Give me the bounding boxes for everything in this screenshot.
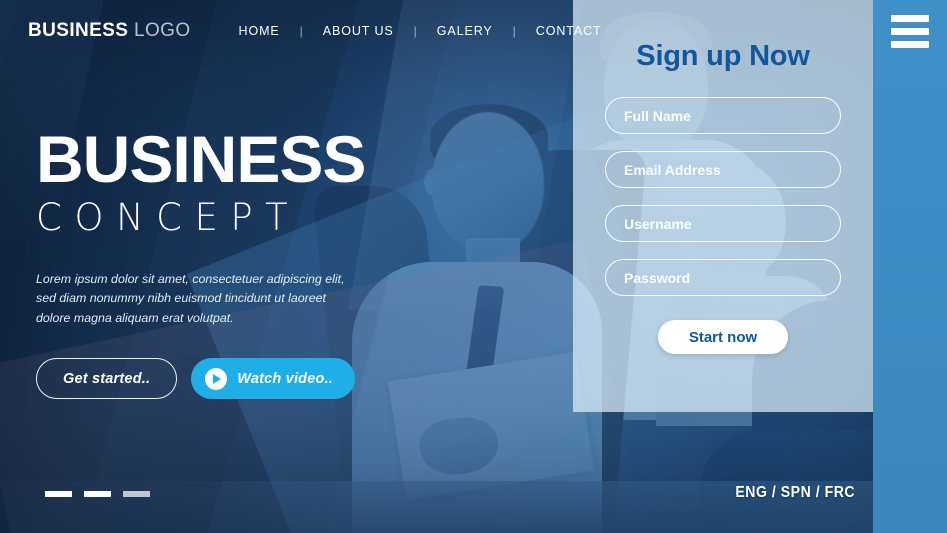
nav-item-about-us[interactable]: ABOUT US xyxy=(321,24,396,38)
hamburger-bar-1 xyxy=(891,14,929,22)
watch-video-label: Watch video.. xyxy=(237,370,334,387)
start-now-button[interactable]: Start now xyxy=(658,320,788,354)
slider-pagination[interactable] xyxy=(45,491,150,497)
hamburger-bar-2 xyxy=(891,27,929,35)
hero-paragraph: Lorem ipsum dolor sit amet, consectetuer… xyxy=(36,271,345,325)
logo-text-bold: BUSINESS xyxy=(28,20,129,41)
language-switcher[interactable]: ENG / SPN / FRC xyxy=(735,484,855,502)
play-icon xyxy=(205,367,228,390)
site-logo[interactable]: BUSINESS LOGO xyxy=(28,20,191,42)
nav-separator-1: | xyxy=(299,24,303,38)
nav-separator-2: | xyxy=(413,24,417,38)
nav-separator-3: | xyxy=(512,24,516,38)
full-name-input[interactable] xyxy=(605,97,841,134)
password-input[interactable] xyxy=(605,259,841,296)
hamburger-menu-icon[interactable] xyxy=(873,0,947,62)
hero-content: BUSINESS CONCEPT Lorem ipsum dolor sit a… xyxy=(36,122,456,400)
hamburger-bar-3 xyxy=(891,40,929,48)
slider-dot-2[interactable] xyxy=(84,491,111,497)
logo-text-light: LOGO xyxy=(134,20,191,41)
email-address-input[interactable] xyxy=(605,151,841,188)
nav-item-galery[interactable]: GALERY xyxy=(435,24,495,38)
hero-subtitle: CONCEPT xyxy=(36,196,301,240)
username-input[interactable] xyxy=(605,205,841,242)
main-navigation: HOME | ABOUT US | GALERY | CONTACT xyxy=(237,24,604,38)
watch-video-button[interactable]: Watch video.. xyxy=(191,358,356,400)
slider-dot-3[interactable] xyxy=(123,491,150,497)
site-header: BUSINESS LOGO HOME | ABOUT US | GALERY |… xyxy=(0,0,947,62)
hero-title: BUSINESS xyxy=(36,122,366,196)
nav-item-home[interactable]: HOME xyxy=(237,24,282,38)
right-side-panel xyxy=(873,0,947,533)
slider-dot-1[interactable] xyxy=(45,491,72,497)
landing-page-hero: Sign up Now Start now BUSINESS LOGO HOME… xyxy=(0,0,947,533)
hero-button-row: Get started.. Watch video.. xyxy=(36,358,456,400)
get-started-button[interactable]: Get started.. xyxy=(36,358,178,400)
nav-item-contact[interactable]: CONTACT xyxy=(534,24,604,38)
